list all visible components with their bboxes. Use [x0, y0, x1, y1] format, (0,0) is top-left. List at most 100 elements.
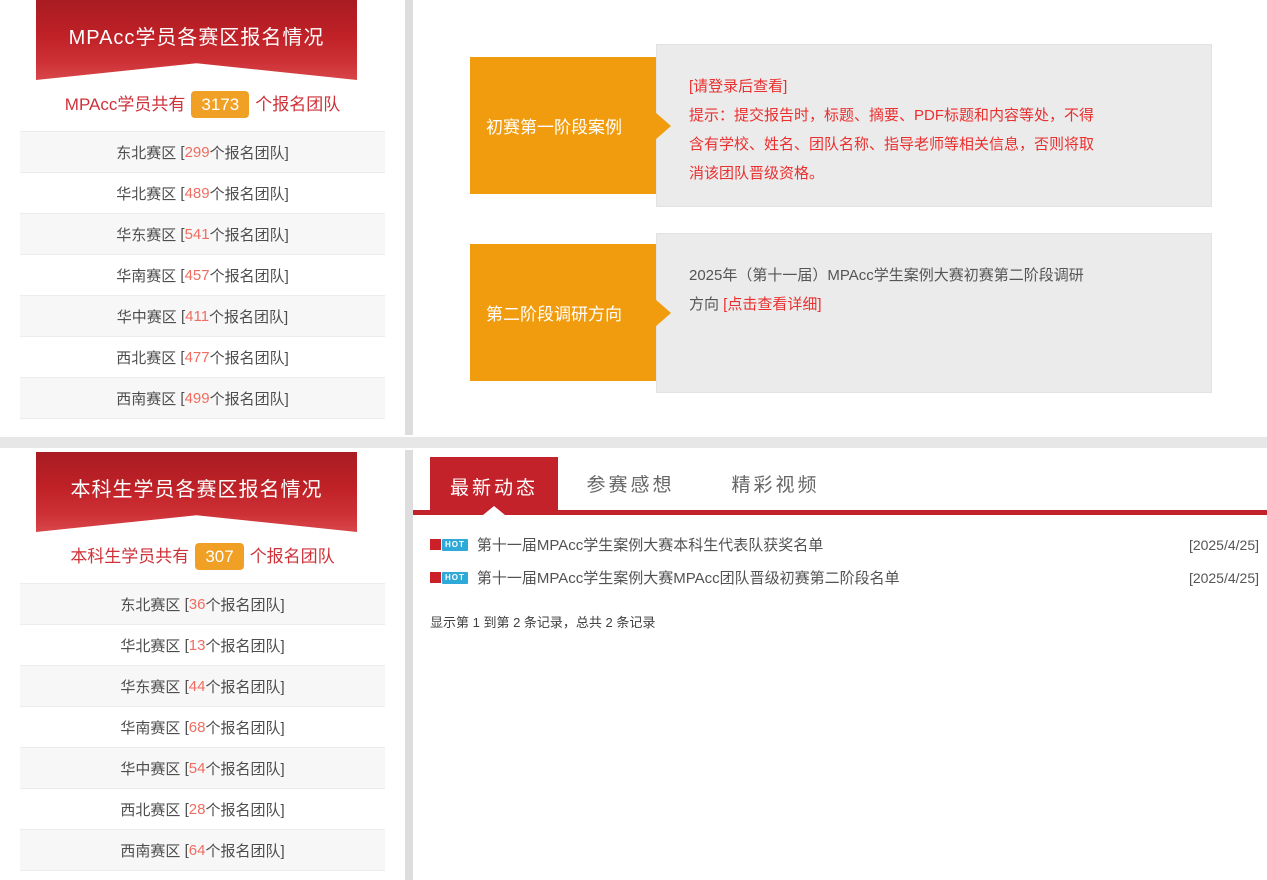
- news-list: HOT第十一届MPAcc学生案例大赛本科生代表队获奖名单[2025/4/25]H…: [413, 515, 1267, 594]
- bracket-open: [: [180, 842, 188, 859]
- region-name: 东北赛区: [116, 142, 176, 163]
- arrow-right-icon: [655, 112, 671, 140]
- bracket-close: 个报名团队]: [210, 142, 289, 163]
- region-team-count: 477: [185, 349, 210, 366]
- region-row[interactable]: 东北赛区 [36个报名团队]: [20, 584, 385, 625]
- hot-square-icon: [430, 572, 441, 583]
- region-list: 东北赛区 [36个报名团队]华北赛区 [13个报名团队]华东赛区 [44个报名团…: [20, 583, 385, 871]
- tab-label: 参赛感想: [586, 470, 674, 497]
- arrow-right-icon: [655, 299, 671, 327]
- bracket-close: 个报名团队]: [205, 840, 284, 861]
- region-row[interactable]: 华中赛区 [54个报名团队]: [20, 748, 385, 789]
- region-row[interactable]: 华南赛区 [68个报名团队]: [20, 707, 385, 748]
- hot-icon: HOT: [430, 572, 468, 584]
- active-tab-notch-icon: [483, 506, 505, 515]
- news-tab-1[interactable]: 参赛感想: [558, 457, 703, 510]
- bracket-close: 个报名团队]: [210, 347, 289, 368]
- count-badge: 307: [195, 543, 243, 570]
- region-team-count: 36: [189, 596, 206, 613]
- region-row[interactable]: 西南赛区 [64个报名团队]: [20, 830, 385, 871]
- region-row[interactable]: 西北赛区 [477个报名团队]: [20, 337, 385, 378]
- bracket-close: 个报名团队]: [205, 758, 284, 779]
- region-team-count: 499: [185, 390, 210, 407]
- region-row[interactable]: 华东赛区 [44个报名团队]: [20, 666, 385, 707]
- stage-one-announcement-box: [请登录后查看] 提示：提交报告时，标题、摘要、PDF标题和内容等处，不得含有学…: [656, 44, 1212, 207]
- horizontal-divider: [0, 437, 1267, 448]
- region-row[interactable]: 华南赛区 [457个报名团队]: [20, 255, 385, 296]
- undergrad-regions-panel: 本科生学员各赛区报名情况 本科生学员共有 307 个报名团队 东北赛区 [36个报名…: [0, 448, 405, 880]
- region-name: 华南赛区: [120, 717, 180, 738]
- news-title-link[interactable]: 第十一届MPAcc学生案例大赛本科生代表队获奖名单: [477, 534, 823, 555]
- region-name: 华北赛区: [116, 183, 176, 204]
- region-team-count: 44: [189, 678, 206, 695]
- hot-icon: HOT: [430, 539, 468, 551]
- region-row[interactable]: 西北赛区 [28个报名团队]: [20, 789, 385, 830]
- summary-prefix: MPAcc学员共有: [65, 95, 186, 114]
- news-date: [2025/4/25]: [1189, 537, 1261, 553]
- bracket-open: [: [177, 308, 185, 325]
- region-name: 西南赛区: [120, 840, 180, 861]
- region-name: 华中赛区: [117, 306, 177, 327]
- region-name: 西南赛区: [116, 388, 176, 409]
- stage-two-survey-button[interactable]: 第二阶段调研方向: [470, 244, 656, 381]
- hot-label: HOT: [442, 539, 468, 551]
- news-tab-0[interactable]: 最新动态: [430, 457, 558, 515]
- region-name: 华东赛区: [120, 676, 180, 697]
- bracket-close: 个报名团队]: [210, 265, 289, 286]
- bracket-open: [: [180, 801, 188, 818]
- news-row: HOT 第十一届MPAcc学生案例大赛本科生代表队获奖名单 [2025/4/25]: [430, 528, 1261, 561]
- login-required-notice: [请登录后查看]: [689, 72, 1181, 101]
- announcements-section: [请登录后查看] 提示：提交报告时，标题、摘要、PDF标题和内容等处，不得含有学…: [413, 0, 1267, 437]
- vertical-divider: [405, 0, 413, 435]
- bracket-open: [: [180, 760, 188, 777]
- region-team-count: 457: [185, 267, 210, 284]
- bracket-close: 个报名团队]: [209, 306, 288, 327]
- panel-title: 本科生学员各赛区报名情况: [71, 473, 323, 502]
- news-tabbar: 最新动态 参赛感想 精彩视频: [413, 448, 1267, 515]
- panel-title: MPAcc学员各赛区报名情况: [69, 21, 325, 50]
- region-name: 华东赛区: [116, 224, 176, 245]
- vertical-divider: [405, 450, 413, 880]
- bracket-open: [: [176, 144, 184, 161]
- news-title-link[interactable]: 第十一届MPAcc学生案例大赛MPAcc团队晋级初赛第二阶段名单: [477, 567, 900, 588]
- bracket-open: [: [180, 678, 188, 695]
- bracket-close: 个报名团队]: [210, 388, 289, 409]
- news-section: 最新动态 参赛感想 精彩视频 HOT 第十一届MPAcc学生案例大赛本科生代表队获奖名…: [413, 448, 1267, 880]
- bracket-open: [: [176, 267, 184, 284]
- bracket-open: [: [176, 185, 184, 202]
- region-team-count: 299: [185, 144, 210, 161]
- region-name: 西北赛区: [120, 799, 180, 820]
- region-team-count: 28: [189, 801, 206, 818]
- bracket-close: 个报名团队]: [210, 183, 289, 204]
- view-details-link[interactable]: [点击查看详细]: [723, 296, 821, 313]
- bracket-open: [: [176, 226, 184, 243]
- region-row[interactable]: 华北赛区 [489个报名团队]: [20, 173, 385, 214]
- bracket-close: 个报名团队]: [205, 676, 284, 697]
- stage-two-text: 2025年（第十一届）MPAcc学生案例大赛初赛第二阶段调研方向 [点击查看详细…: [689, 261, 1091, 319]
- region-name: 华南赛区: [116, 265, 176, 286]
- bracket-open: [: [176, 349, 184, 366]
- region-row[interactable]: 西南赛区 [499个报名团队]: [20, 378, 385, 419]
- news-row: HOT 第十一届MPAcc学生案例大赛MPAcc团队晋级初赛第二阶段名单 [2025…: [430, 561, 1261, 594]
- region-team-count: 64: [189, 842, 206, 859]
- region-row[interactable]: 东北赛区 [299个报名团队]: [20, 132, 385, 173]
- region-name: 华中赛区: [120, 758, 180, 779]
- tab-label: 最新动态: [450, 473, 538, 500]
- region-row[interactable]: 华中赛区 [411个报名团队]: [20, 296, 385, 337]
- region-list: 东北赛区 [299个报名团队]华北赛区 [489个报名团队]华东赛区 [541个…: [20, 131, 385, 419]
- region-row[interactable]: 华北赛区 [13个报名团队]: [20, 625, 385, 666]
- records-summary: 显示第 1 到第 2 条记录，总共 2 条记录: [430, 612, 1267, 631]
- summary-suffix: 个报名团队: [250, 547, 335, 566]
- bracket-close: 个报名团队]: [210, 224, 289, 245]
- region-row[interactable]: 华东赛区 [541个报名团队]: [20, 214, 385, 255]
- news-date: [2025/4/25]: [1189, 570, 1261, 586]
- hot-square-icon: [430, 539, 441, 550]
- news-tab-2[interactable]: 精彩视频: [703, 457, 848, 510]
- tab-label: 精彩视频: [731, 470, 819, 497]
- stage-one-case-button[interactable]: 初赛第一阶段案例: [470, 57, 656, 194]
- bracket-open: [: [180, 637, 188, 654]
- summary-prefix: 本科生学员共有: [70, 547, 189, 566]
- region-team-count: 489: [185, 185, 210, 202]
- bracket-open: [: [180, 596, 188, 613]
- summary-suffix: 个报名团队: [255, 95, 340, 114]
